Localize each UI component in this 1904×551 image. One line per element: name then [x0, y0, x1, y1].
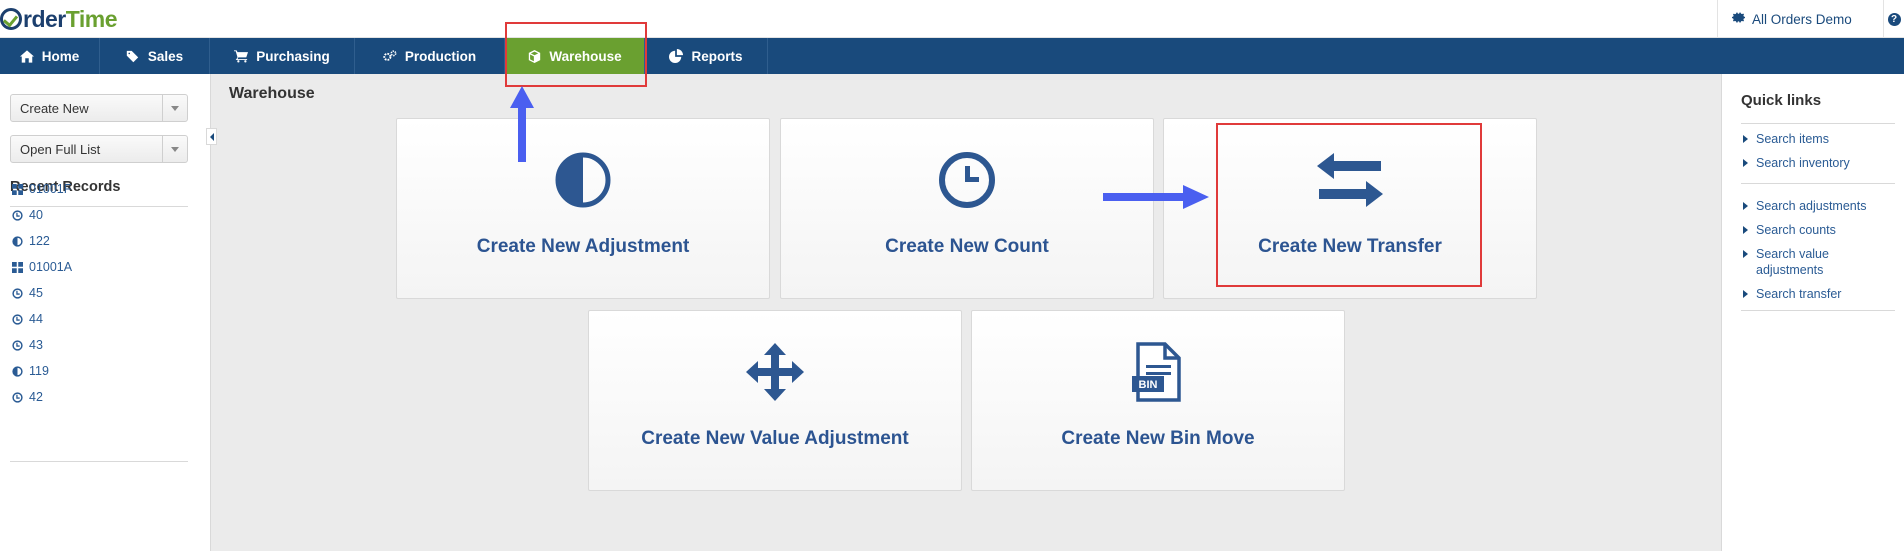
gears-icon	[383, 49, 397, 63]
clock-icon	[12, 313, 23, 325]
collapse-sidebar-button[interactable]	[206, 128, 217, 145]
cart-icon	[234, 49, 249, 63]
recent-record-label: 01001A	[29, 260, 73, 274]
nav-purchasing-label: Purchasing	[256, 48, 330, 64]
quick-link-search-inventory[interactable]: Search inventory	[1741, 155, 1891, 171]
recent-record-label: 122	[29, 234, 50, 248]
main-nav: Home Sales Purchasing Production Warehou…	[0, 38, 1904, 74]
recent-record-label: 40	[29, 208, 43, 222]
divider	[10, 461, 188, 462]
logo-check-icon	[0, 8, 22, 30]
recent-record-label: 01001F	[29, 182, 72, 196]
annotation-highlight-warehouse	[505, 22, 647, 87]
bin-document-icon: BIN	[972, 341, 1344, 403]
clock-icon	[12, 209, 23, 221]
grid-icon	[12, 183, 23, 195]
grid-icon	[12, 261, 23, 273]
recent-record-label: 44	[29, 312, 43, 326]
page-title: Warehouse	[229, 85, 315, 102]
card-label: Create New Adjustment	[476, 236, 690, 257]
recent-record-label: 119	[29, 364, 49, 378]
divider	[1741, 183, 1895, 184]
nav-sales[interactable]: Sales	[100, 38, 210, 74]
nav-reports-label: Reports	[691, 48, 743, 64]
clock-icon	[12, 287, 23, 299]
recent-record-item[interactable]: 01001A	[12, 260, 72, 274]
home-icon	[19, 49, 34, 63]
annotation-arrow-right-icon	[1103, 185, 1209, 209]
recent-record-item[interactable]: 45	[12, 286, 43, 300]
divider	[10, 206, 188, 207]
divider	[1741, 123, 1895, 124]
clock-icon	[781, 149, 1153, 211]
recent-record-item[interactable]: 43	[12, 338, 43, 352]
tag-icon	[126, 49, 140, 63]
logo-text-order: rder	[23, 5, 66, 32]
recent-record-item[interactable]: 122	[12, 234, 50, 248]
recent-record-item[interactable]: 40	[12, 208, 43, 222]
create-new-count-card[interactable]: Create New Count	[780, 118, 1154, 299]
left-sidebar: Create New Open Full List Recent Records…	[0, 74, 211, 551]
recent-record-label: 45	[29, 286, 43, 300]
half-circle-icon	[12, 235, 23, 247]
company-selector[interactable]: All Orders Demo	[1717, 0, 1883, 38]
nav-production-label: Production	[404, 48, 477, 64]
top-header: rder Time All Orders Demo ?	[0, 0, 1904, 38]
company-name: All Orders Demo	[1752, 11, 1852, 27]
help-button[interactable]: ?	[1883, 0, 1904, 38]
open-full-list-label: Open Full List	[20, 141, 101, 157]
recent-record-item[interactable]: 42	[12, 390, 43, 404]
annotation-highlight-transfer	[1216, 123, 1482, 287]
nav-purchasing[interactable]: Purchasing	[210, 38, 355, 74]
clock-icon	[12, 339, 23, 351]
gear-icon	[1732, 11, 1745, 27]
right-sidebar: Quick links Search items Search inventor…	[1721, 74, 1904, 551]
clock-icon	[12, 391, 23, 403]
half-circle-icon	[12, 365, 23, 377]
half-circle-icon	[397, 149, 769, 211]
chevron-down-icon[interactable]	[162, 95, 187, 121]
ordertime-logo[interactable]: rder Time	[0, 5, 118, 33]
nav-reports[interactable]: Reports	[645, 38, 768, 74]
logo-text-time: Time	[65, 5, 118, 32]
nav-home[interactable]: Home	[0, 38, 100, 74]
chevron-down-icon[interactable]	[162, 136, 187, 162]
create-new-adjustment-card[interactable]: Create New Adjustment	[396, 118, 770, 299]
card-label: Create New Value Adjustment	[641, 428, 909, 449]
pie-chart-icon	[669, 49, 684, 63]
quick-link-search-value-adjustments[interactable]: Search value adjustments	[1741, 246, 1861, 278]
quick-link-search-adjustments[interactable]: Search adjustments	[1741, 198, 1891, 214]
help-icon: ?	[1887, 12, 1901, 26]
recent-record-label: 43	[29, 338, 43, 352]
create-new-bin-move-card[interactable]: BIN Create New Bin Move	[971, 310, 1345, 491]
annotation-arrow-up-icon	[510, 86, 534, 162]
card-label: Create New Bin Move	[1061, 428, 1255, 449]
recent-record-label: 42	[29, 390, 43, 404]
quick-link-search-counts[interactable]: Search counts	[1741, 222, 1891, 238]
nav-production[interactable]: Production	[355, 38, 505, 74]
chevron-left-icon	[209, 132, 214, 141]
create-new-label: Create New	[20, 100, 89, 116]
bin-icon-text: BIN	[1139, 379, 1158, 391]
recent-record-item[interactable]: 119	[12, 364, 49, 378]
move-arrows-icon	[589, 341, 961, 403]
card-label: Create New Count	[885, 236, 1049, 257]
create-new-value-adjustment-card[interactable]: Create New Value Adjustment	[588, 310, 962, 491]
quick-link-search-items[interactable]: Search items	[1741, 131, 1891, 147]
recent-record-item[interactable]: 01001F	[12, 182, 71, 196]
create-new-dropdown[interactable]: Create New	[10, 94, 188, 122]
quick-links-title: Quick links	[1741, 92, 1822, 109]
quick-link-search-transfer[interactable]: Search transfer	[1741, 286, 1891, 302]
divider	[1741, 310, 1895, 311]
nav-sales-label: Sales	[147, 48, 184, 64]
recent-record-item[interactable]: 44	[12, 312, 43, 326]
nav-home-label: Home	[41, 48, 80, 64]
open-full-list-dropdown[interactable]: Open Full List	[10, 135, 188, 163]
